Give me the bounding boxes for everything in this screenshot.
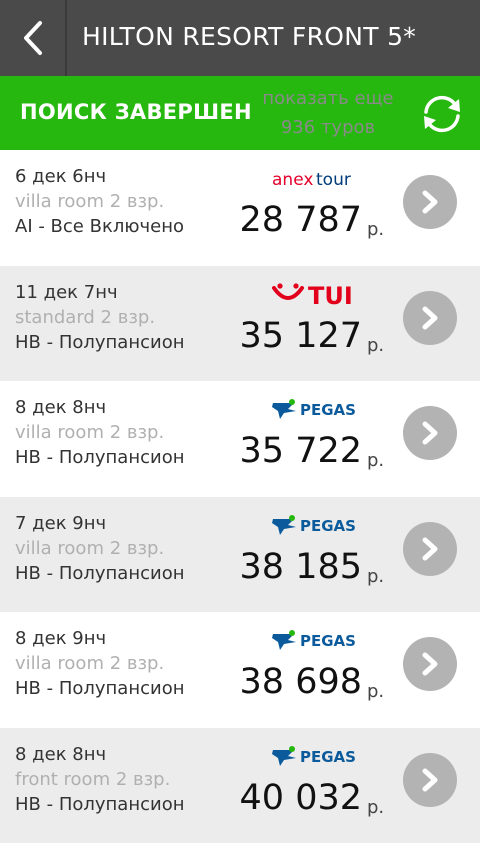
tour-room: villa room 2 взр. <box>15 538 164 559</box>
tour-date: 8 дек 9нч <box>15 628 106 649</box>
anex-tour-logo: anex tour <box>258 164 370 192</box>
open-tour-button[interactable] <box>403 637 457 691</box>
svg-text:PEGAS: PEGAS <box>300 748 356 766</box>
currency-label: р. <box>367 450 384 471</box>
svg-text:PEGAS: PEGAS <box>300 517 356 535</box>
tour-meal: HB - Полупансион <box>15 447 184 468</box>
chevron-left-icon <box>21 20 45 56</box>
open-tour-button[interactable] <box>403 406 457 460</box>
tour-row[interactable]: 8 дек 8нч villa room 2 взр. HB - Полупан… <box>0 381 480 497</box>
tour-row[interactable]: 11 дек 7нч standard 2 взр. HB - Полупанс… <box>0 266 480 382</box>
tour-price: 35 722 <box>240 431 362 471</box>
page-title: HILTON RESORT FRONT 5* <box>82 22 416 51</box>
currency-label: р. <box>367 681 384 702</box>
open-tour-button[interactable] <box>403 291 457 345</box>
back-button[interactable] <box>0 0 65 76</box>
show-more-tours-button[interactable]: показать еще 936 туров <box>250 84 406 142</box>
tour-price: 38 698 <box>240 662 362 702</box>
tour-row[interactable]: 7 дек 9нч villa room 2 взр. HB - Полупан… <box>0 497 480 613</box>
pegas-logo: PEGAS <box>258 511 370 539</box>
tour-meal: HB - Полупансион <box>15 563 184 584</box>
operator-logo-pegas: PEGAS <box>258 395 370 423</box>
svg-text:PEGAS: PEGAS <box>300 401 356 419</box>
tour-room: villa room 2 взр. <box>15 422 164 443</box>
chevron-right-icon <box>417 536 443 562</box>
tour-room: villa room 2 взр. <box>15 191 164 212</box>
operator-logo-pegas: PEGAS <box>258 742 370 770</box>
tour-meal: HB - Полупансион <box>15 332 184 353</box>
tui-logo: TUI <box>258 280 370 308</box>
chevron-right-icon <box>417 767 443 793</box>
currency-label: р. <box>367 566 384 587</box>
refresh-icon <box>418 90 466 138</box>
tour-row[interactable]: 8 дек 8нч front room 2 взр. HB - Полупан… <box>0 728 480 843</box>
tour-date: 8 дек 8нч <box>15 397 106 418</box>
open-tour-button[interactable] <box>403 753 457 807</box>
svg-text:tour: tour <box>316 170 351 190</box>
tour-row[interactable]: 8 дек 9нч villa room 2 взр. HB - Полупан… <box>0 612 480 728</box>
currency-label: р. <box>367 219 384 240</box>
app-header: HILTON RESORT FRONT 5* <box>0 0 480 76</box>
currency-label: р. <box>367 335 384 356</box>
svg-text:PEGAS: PEGAS <box>300 632 356 650</box>
svg-text:TUI: TUI <box>308 282 353 308</box>
tour-room: villa room 2 взр. <box>15 653 164 674</box>
open-tour-button[interactable] <box>403 522 457 576</box>
operator-logo-pegas: PEGAS <box>258 626 370 654</box>
tour-row[interactable]: 6 дек 6нч villa room 2 взр. AI - Все Вкл… <box>0 150 480 266</box>
chevron-right-icon <box>417 420 443 446</box>
tour-date: 6 дек 6нч <box>15 166 106 187</box>
search-status-bar: ПОИСК ЗАВЕРШЕН показать еще 936 туров <box>0 76 480 150</box>
tour-price: 38 185 <box>240 547 362 587</box>
pegas-logo: PEGAS <box>258 395 370 423</box>
tour-meal: HB - Полупансион <box>15 794 184 815</box>
operator-logo-tui: TUI <box>258 280 370 308</box>
pegas-logo: PEGAS <box>258 742 370 770</box>
tour-meal: HB - Полупансион <box>15 678 184 699</box>
tour-room: front room 2 взр. <box>15 769 170 790</box>
open-tour-button[interactable] <box>403 175 457 229</box>
tour-date: 8 дек 8нч <box>15 744 106 765</box>
chevron-right-icon <box>417 305 443 331</box>
tour-meal: AI - Все Включено <box>15 216 184 237</box>
tour-room: standard 2 взр. <box>15 307 155 328</box>
svg-text:anex: anex <box>272 170 313 190</box>
show-more-line-1: показать еще <box>250 84 406 113</box>
chevron-right-icon <box>417 189 443 215</box>
tour-price: 35 127 <box>240 316 362 356</box>
tour-price: 40 032 <box>240 778 362 818</box>
tour-price: 28 787 <box>240 200 362 240</box>
tour-list: 6 дек 6нч villa room 2 взр. AI - Все Вкл… <box>0 150 480 843</box>
operator-logo-pegas: PEGAS <box>258 511 370 539</box>
tour-date: 7 дек 9нч <box>15 513 106 534</box>
show-more-line-2: 936 туров <box>250 113 406 142</box>
refresh-button[interactable] <box>418 90 466 138</box>
header-divider <box>65 0 67 76</box>
operator-logo-anex: anex tour <box>258 164 370 192</box>
tour-date: 11 дек 7нч <box>15 282 118 303</box>
chevron-right-icon <box>417 651 443 677</box>
pegas-logo: PEGAS <box>258 626 370 654</box>
search-status-label: ПОИСК ЗАВЕРШЕН <box>20 100 252 124</box>
